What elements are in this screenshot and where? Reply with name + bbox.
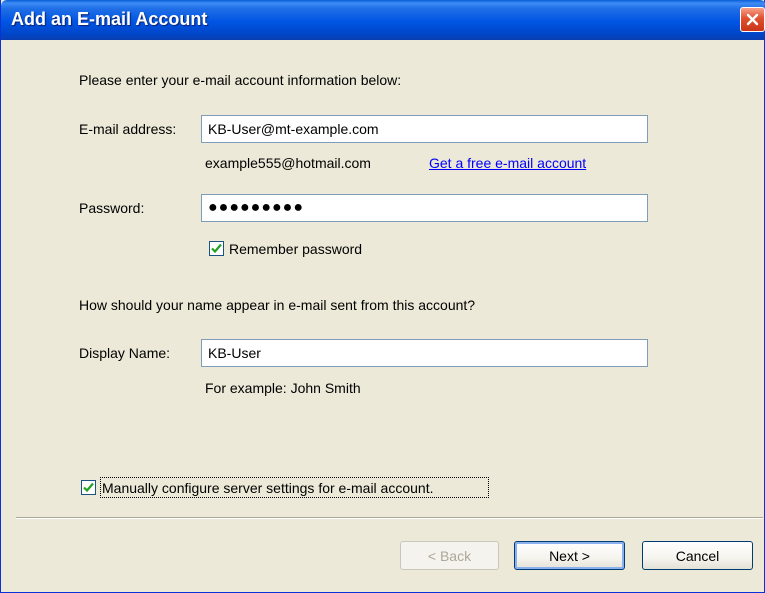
close-button[interactable] (740, 7, 765, 32)
get-free-email-link[interactable]: Get a free e-mail account (429, 155, 586, 171)
email-address-label: E-mail address: (79, 121, 177, 137)
remember-password-checkbox[interactable] (209, 241, 224, 256)
display-name-label: Display Name: (79, 345, 171, 361)
checkmark-icon (211, 243, 222, 254)
password-input[interactable] (201, 194, 648, 222)
title-bar[interactable]: Add an E-mail Account (1, 0, 765, 40)
manual-config-checkbox[interactable] (81, 480, 96, 495)
name-question-text: How should your name appear in e-mail se… (79, 297, 476, 313)
cancel-button[interactable]: Cancel (642, 541, 753, 570)
password-label: Password: (79, 200, 145, 216)
email-address-input[interactable] (201, 115, 648, 143)
window-title: Add an E-mail Account (11, 9, 208, 29)
remember-password-label[interactable]: Remember password (229, 241, 362, 257)
add-email-account-dialog: Add an E-mail Account Please enter your … (0, 0, 765, 593)
next-button[interactable]: Next > (514, 541, 625, 570)
checkmark-icon (83, 482, 94, 493)
intro-text: Please enter your e-mail account informa… (79, 72, 402, 88)
manual-config-label[interactable]: Manually configure server settings for e… (102, 480, 433, 496)
back-button[interactable]: < Back (400, 541, 499, 570)
email-example-text: example555@hotmail.com (205, 155, 371, 171)
display-name-example-text: For example: John Smith (205, 380, 361, 396)
display-name-input[interactable] (201, 339, 648, 367)
close-icon (746, 13, 759, 26)
button-separator (16, 517, 763, 519)
